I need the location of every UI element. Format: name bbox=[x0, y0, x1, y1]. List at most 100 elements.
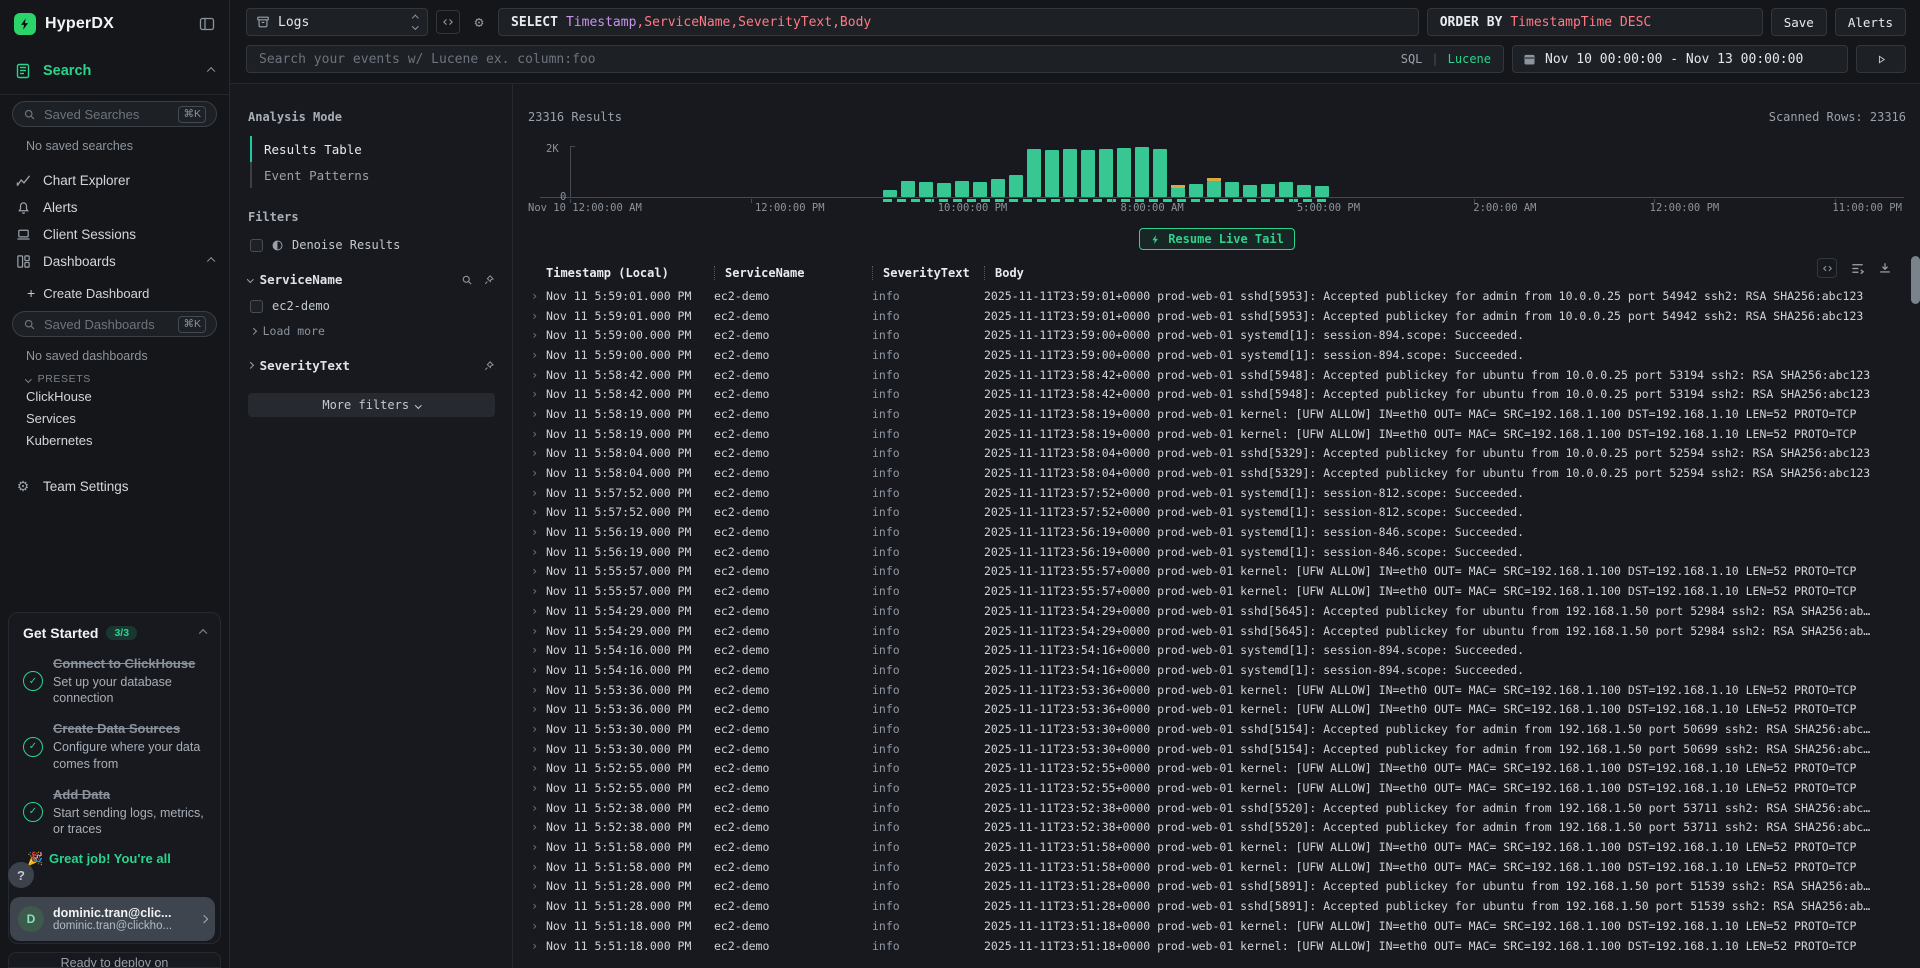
row-expand-chevron[interactable]: › bbox=[528, 348, 546, 362]
table-row[interactable]: › Nov 11 5:59:01.000 PM ec2-demo info 20… bbox=[528, 286, 1906, 306]
table-columns-code-icon[interactable] bbox=[1817, 258, 1837, 278]
denoise-results-toggle[interactable]: Denoise Results bbox=[250, 238, 495, 252]
histogram-bar[interactable] bbox=[1117, 148, 1131, 197]
table-row[interactable]: › Nov 11 5:57:52.000 PM ec2-demo info 20… bbox=[528, 503, 1906, 523]
code-toggle-button[interactable] bbox=[436, 10, 460, 34]
table-row[interactable]: › Nov 11 5:58:04.000 PM ec2-demo info 20… bbox=[528, 463, 1906, 483]
table-row[interactable]: › Nov 11 5:54:16.000 PM ec2-demo info 20… bbox=[528, 640, 1906, 660]
table-row[interactable]: › Nov 11 5:58:19.000 PM ec2-demo info 20… bbox=[528, 424, 1906, 444]
get-started-item[interactable]: ✓ Create Data Sources Configure where yo… bbox=[23, 721, 206, 771]
lang-lucene[interactable]: Lucene bbox=[1448, 52, 1491, 66]
table-row[interactable]: › Nov 11 5:51:18.000 PM ec2-demo info 20… bbox=[528, 916, 1906, 936]
get-started-header[interactable]: Get Started 3/3 bbox=[23, 625, 206, 641]
help-button[interactable]: ? bbox=[8, 862, 34, 888]
histogram-bar[interactable] bbox=[1189, 184, 1203, 197]
table-row[interactable]: › Nov 11 5:53:36.000 PM ec2-demo info 20… bbox=[528, 680, 1906, 700]
saved-dashboards-input[interactable]: Saved Dashboards ⌘K bbox=[12, 311, 217, 337]
alerts-button[interactable]: Alerts bbox=[1835, 8, 1906, 36]
histogram-bar[interactable] bbox=[1261, 184, 1275, 197]
table-row[interactable]: › Nov 11 5:58:04.000 PM ec2-demo info 20… bbox=[528, 444, 1906, 464]
histogram-bar[interactable] bbox=[1027, 149, 1041, 197]
row-expand-chevron[interactable]: › bbox=[528, 663, 546, 677]
sidebar-item-search[interactable]: Search bbox=[0, 56, 229, 86]
row-expand-chevron[interactable]: › bbox=[528, 525, 546, 539]
sidebar-item-alerts[interactable]: Alerts bbox=[0, 194, 229, 221]
sidebar-item-team-settings[interactable]: ⚙ Team Settings bbox=[0, 473, 229, 500]
table-row[interactable]: › Nov 11 5:51:28.000 PM ec2-demo info 20… bbox=[528, 877, 1906, 897]
table-row[interactable]: › Nov 11 5:58:42.000 PM ec2-demo info 20… bbox=[528, 384, 1906, 404]
save-button[interactable]: Save bbox=[1771, 8, 1827, 36]
table-row[interactable]: › Nov 11 5:52:38.000 PM ec2-demo info 20… bbox=[528, 818, 1906, 838]
histogram-bar[interactable] bbox=[1315, 186, 1329, 197]
pin-icon[interactable] bbox=[483, 360, 495, 372]
row-expand-chevron[interactable]: › bbox=[528, 683, 546, 697]
table-row[interactable]: › Nov 11 5:57:52.000 PM ec2-demo info 20… bbox=[528, 483, 1906, 503]
table-row[interactable]: › Nov 11 5:52:38.000 PM ec2-demo info 20… bbox=[528, 798, 1906, 818]
sidebar-item-dashboards[interactable]: Dashboards bbox=[0, 248, 229, 275]
presets-section-toggle[interactable]: PRESETS bbox=[26, 373, 229, 385]
deploy-banner[interactable]: Ready to deploy on bbox=[8, 952, 221, 968]
more-filters-button[interactable]: More filters bbox=[248, 393, 495, 417]
table-row[interactable]: › Nov 11 5:51:18.000 PM ec2-demo info 20… bbox=[528, 936, 1906, 956]
row-expand-chevron[interactable]: › bbox=[528, 427, 546, 441]
histogram-bar[interactable] bbox=[883, 190, 897, 197]
row-expand-chevron[interactable]: › bbox=[528, 939, 546, 953]
row-expand-chevron[interactable]: › bbox=[528, 545, 546, 559]
table-row[interactable]: › Nov 11 5:52:55.000 PM ec2-demo info 20… bbox=[528, 759, 1906, 779]
histogram-bar[interactable] bbox=[1063, 149, 1077, 197]
row-expand-chevron[interactable]: › bbox=[528, 919, 546, 933]
sidebar-preset-item[interactable]: Kubernetes bbox=[0, 429, 229, 451]
histogram-plot[interactable]: 2K 0 bbox=[540, 146, 1904, 198]
table-row[interactable]: › Nov 11 5:54:29.000 PM ec2-demo info 20… bbox=[528, 601, 1906, 621]
row-expand-chevron[interactable]: › bbox=[528, 584, 546, 598]
row-expand-chevron[interactable]: › bbox=[528, 486, 546, 500]
histogram-bar[interactable] bbox=[1009, 175, 1023, 197]
filter-option-checkbox[interactable] bbox=[250, 300, 263, 313]
column-header-body[interactable]: Body bbox=[984, 266, 1906, 280]
histogram-bar[interactable] bbox=[973, 182, 987, 197]
histogram-bar[interactable] bbox=[1153, 149, 1167, 197]
column-header-severitytext[interactable]: SeverityText bbox=[872, 266, 984, 280]
select-query-input[interactable]: SELECTTimestamp,ServiceName,SeverityText… bbox=[498, 8, 1419, 36]
histogram-bar[interactable] bbox=[1243, 185, 1257, 197]
row-expand-chevron[interactable]: › bbox=[528, 328, 546, 342]
search-input[interactable]: Search your events w/ Lucene ex. column:… bbox=[246, 45, 1504, 73]
histogram-bar[interactable] bbox=[1135, 147, 1149, 197]
table-row[interactable]: › Nov 11 5:55:57.000 PM ec2-demo info 20… bbox=[528, 562, 1906, 582]
table-row[interactable]: › Nov 11 5:56:19.000 PM ec2-demo info 20… bbox=[528, 542, 1906, 562]
filter-option-ec2-demo[interactable]: ec2-demo bbox=[250, 299, 495, 313]
row-expand-chevron[interactable]: › bbox=[528, 446, 546, 460]
histogram-bar[interactable] bbox=[1099, 149, 1113, 197]
row-expand-chevron[interactable]: › bbox=[528, 624, 546, 638]
table-row[interactable]: › Nov 11 5:55:57.000 PM ec2-demo info 20… bbox=[528, 581, 1906, 601]
vertical-scrollbar-thumb[interactable] bbox=[1911, 256, 1920, 304]
table-row[interactable]: › Nov 11 5:51:28.000 PM ec2-demo info 20… bbox=[528, 896, 1906, 916]
row-expand-chevron[interactable]: › bbox=[528, 407, 546, 421]
mode-results-table[interactable]: Results Table bbox=[250, 136, 495, 162]
table-row[interactable]: › Nov 11 5:59:00.000 PM ec2-demo info 20… bbox=[528, 325, 1906, 345]
lang-sql[interactable]: SQL bbox=[1401, 52, 1423, 66]
histogram-bar[interactable] bbox=[991, 179, 1005, 197]
row-expand-chevron[interactable]: › bbox=[528, 899, 546, 913]
histogram-bar[interactable] bbox=[1207, 181, 1221, 197]
table-row[interactable]: › Nov 11 5:51:58.000 PM ec2-demo info 20… bbox=[528, 837, 1906, 857]
row-expand-chevron[interactable]: › bbox=[528, 564, 546, 578]
order-by-input[interactable]: ORDER BYTimestampTime DESC bbox=[1427, 8, 1763, 36]
row-expand-chevron[interactable]: › bbox=[528, 309, 546, 323]
histogram-bar[interactable] bbox=[1279, 182, 1293, 197]
filter-search-icon[interactable] bbox=[461, 274, 473, 286]
expand-rows-icon[interactable] bbox=[1850, 261, 1865, 276]
run-query-button[interactable] bbox=[1856, 45, 1906, 73]
histogram-bar[interactable] bbox=[937, 183, 951, 197]
saved-searches-input[interactable]: Saved Searches ⌘K bbox=[12, 101, 217, 127]
table-row[interactable]: › Nov 11 5:54:29.000 PM ec2-demo info 20… bbox=[528, 621, 1906, 641]
filter-group-severitytext[interactable]: SeverityText bbox=[248, 358, 495, 373]
row-expand-chevron[interactable]: › bbox=[528, 840, 546, 854]
column-header-servicename[interactable]: ServiceName bbox=[714, 266, 872, 280]
hyperdx-logo-icon[interactable] bbox=[14, 13, 36, 35]
histogram-bar[interactable] bbox=[919, 182, 933, 197]
sidebar-collapse-icon[interactable] bbox=[199, 16, 215, 32]
histogram-bar[interactable] bbox=[1081, 150, 1095, 197]
table-row[interactable]: › Nov 11 5:58:42.000 PM ec2-demo info 20… bbox=[528, 365, 1906, 385]
row-expand-chevron[interactable]: › bbox=[528, 643, 546, 657]
